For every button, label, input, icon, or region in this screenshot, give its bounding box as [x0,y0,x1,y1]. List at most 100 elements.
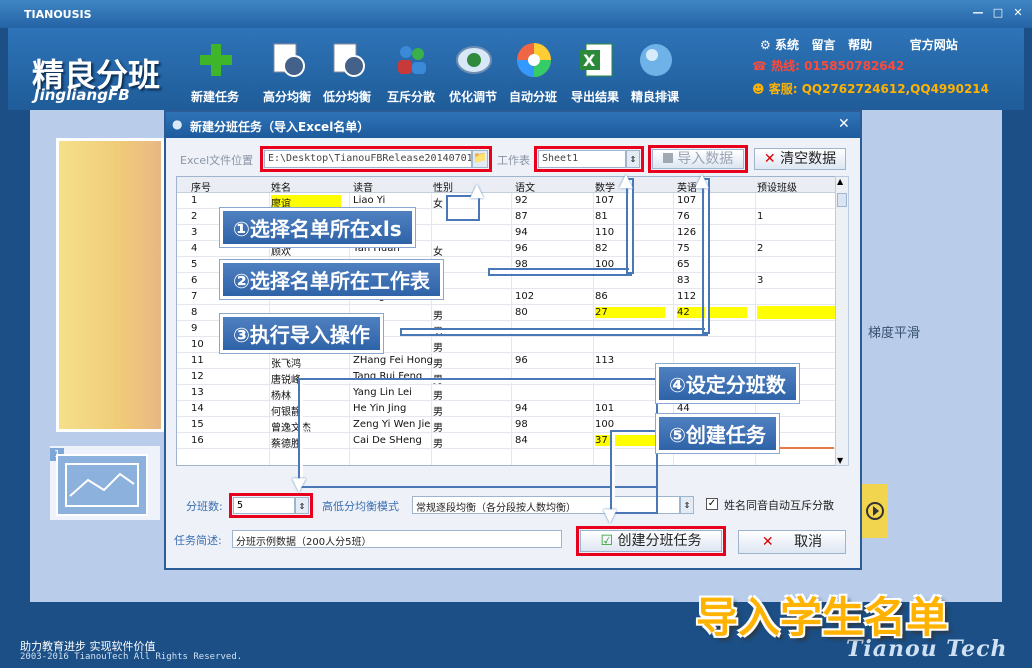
toolbar-auto-assign[interactable]: 自动分班 [502,28,564,110]
close-button[interactable]: ✕ [1010,6,1026,20]
sheet-label: 工作表 [497,154,530,167]
link-system[interactable]: 系统 [775,38,799,52]
link-help[interactable]: 帮助 [848,38,872,52]
table-cell: 82 [595,243,608,254]
table-cell: 112 [677,291,697,302]
service: ☻ 客服: QQ2762724612,QQ4990214 [752,80,989,97]
folder-icon[interactable]: 📁 [472,150,488,168]
column-header[interactable]: 读音 [353,179,373,194]
same-name-label: 姓名同音自动互斥分散 [724,499,834,512]
table-cell: 110 [595,227,615,238]
column-header[interactable]: 数学 [595,179,615,194]
table-scrollbar[interactable]: ▲ ▼ [835,176,849,466]
table-cell: 4 [191,243,198,254]
scroll-up-icon[interactable]: ▲ [837,177,843,186]
cancel-button[interactable]: ✕ 取消 [738,530,846,554]
toolbar-scheduling[interactable]: 精良排课 [624,28,686,110]
service-qq: QQ2762724612,QQ4990214 [801,82,990,96]
table-cell: 16 [191,435,204,446]
description-label: 任务简述: [174,534,222,547]
excel-path-input[interactable]: E:\Desktop\TianouFBRelease20140701 [264,150,472,168]
next-button[interactable] [862,484,888,538]
toolbar-low-balance[interactable]: 低分均衡 [316,28,378,110]
mode-label: 高低分均衡模式 [322,500,399,513]
cancel-button-label: 取消 [794,534,823,550]
toolbar-label: 低分均衡 [322,90,371,104]
table-cell: 81 [595,211,608,222]
column-header[interactable]: 预设班级 [757,179,797,194]
table-cell: 6 [191,275,198,286]
toolbar-label: 新建任务 [190,90,239,104]
gauge-icon [456,42,492,78]
thumbnail-chart[interactable] [56,454,148,516]
class-count-input[interactable]: 5 [233,497,295,514]
table-cell: 15 [191,419,204,430]
callout-arrow [704,180,708,332]
people-icon [394,42,430,78]
window-title: TIANOUSIS [24,8,92,21]
excel-path-label: Excel文件位置 [180,154,254,167]
table-cell: 张飞鸿 [271,359,301,370]
column-header[interactable]: 序号 [191,179,211,194]
toolbar-high-balance[interactable]: 高分均衡 [256,28,318,110]
gear-icon: ⚙ [760,38,771,52]
footer-copyright: 2003-2016 TianouTech All Rights Reserved… [20,652,243,662]
table-cell: 3 [191,227,198,238]
table-cell: 87 [515,211,528,222]
hotline: ☎ 热线: 015850782642 [752,57,904,74]
toolbar-new-task[interactable]: 新建任务 [184,28,246,110]
scroll-down-icon[interactable]: ▼ [837,456,843,465]
chevron-down-icon[interactable]: ⇕ [626,150,640,168]
dialog-title: 新建分班任务（导入Excel名单） [190,120,370,134]
table-cell: 2 [757,243,764,254]
column-header[interactable]: 姓名 [271,179,291,194]
clear-data-button[interactable]: ✕ 清空数据 [754,148,846,170]
link-message[interactable]: 留言 [812,38,836,52]
toolbar-export[interactable]: X 导出结果 [564,28,626,110]
toolbar-mutual-exclusion[interactable]: 互斥分散 [380,28,442,110]
table-cell: Liao Yi [353,195,386,206]
dialog-close-button[interactable]: ✕ [838,116,850,132]
minimize-button[interactable]: — [970,6,986,20]
table-cell: 102 [515,291,535,302]
table-cell: 126 [677,227,697,238]
link-website[interactable]: 官方网站 [910,38,958,52]
table-cell: 14 [191,403,204,414]
side-label: 梯度平滑 [868,326,921,341]
hotline-label: 热线: [771,59,800,73]
column-header[interactable]: 语文 [515,179,535,194]
chevron-down-icon[interactable]: ⇕ [680,496,694,514]
callout-arrow [490,270,630,274]
import-data-button[interactable]: 导入数据 [652,149,744,169]
column-header[interactable]: 性别 [433,179,453,194]
stepper-icon[interactable]: ⇕ [295,497,309,514]
table-cell: 8 [191,307,198,318]
toolbar-optimize[interactable]: 优化调节 [442,28,504,110]
table-cell: 44 [677,403,690,414]
table-cell: 男 [433,343,443,354]
restore-button[interactable]: □ [990,6,1006,20]
create-task-button[interactable]: ☑ 创建分班任务 [580,530,722,552]
table-cell: 7 [191,291,198,302]
table-cell: 蔡德胜 [271,439,301,450]
sheet-select[interactable]: Sheet1 [538,150,626,168]
table-cell: 92 [515,195,528,206]
table-cell: 76 [677,211,690,222]
table-cell: 65 [677,259,690,270]
title-bar: TIANOUSIS — □ ✕ [0,0,1032,28]
svg-text:X: X [583,51,596,70]
same-name-checkbox[interactable]: ✓ [706,498,718,510]
table-cell: 1 [757,211,764,222]
import-icon [662,153,673,163]
description-input[interactable]: 分班示例数据（200人分5班） [232,530,562,548]
scroll-thumb[interactable] [837,193,847,207]
table-cell: 唐锐峰 [271,375,301,386]
table-cell: 2 [191,211,198,222]
table-cell: 83 [677,275,690,286]
table-cell: 107 [595,195,615,206]
column-header[interactable]: 英语 [677,179,697,194]
class-count-label: 分班数: [186,500,223,513]
table-row[interactable]: 1 廖谊 Liao Yi 女 92 107 107 [177,193,835,210]
table-cell: 10 [191,339,204,350]
table-cell: 107 [677,195,697,206]
